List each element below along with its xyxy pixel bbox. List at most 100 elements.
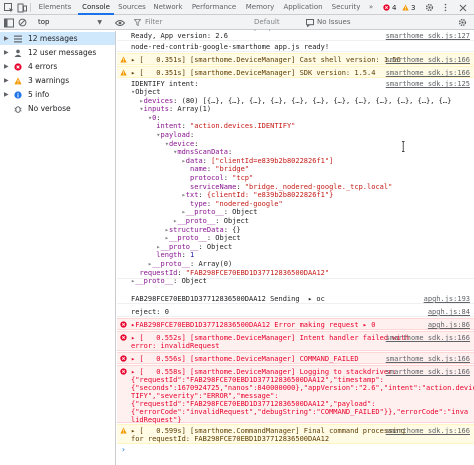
tab-sources[interactable]: Sources <box>116 0 148 15</box>
inspect-element-icon[interactable] <box>3 2 14 13</box>
tab-console[interactable]: Console <box>78 0 114 15</box>
tree-node[interactable]: ▾0: <box>131 114 161 122</box>
sidebar-toggle-icon[interactable] <box>3 17 14 28</box>
tree-node: intent: "action.devices.IDENTIFY" <box>156 122 296 131</box>
log-levels-dropdown[interactable]: Default levels ▾ <box>254 17 302 37</box>
tree-node[interactable]: ▸txt: {clientId: "e839b2b8022826f1"} <box>131 191 334 199</box>
error-message[interactable]: ▸ [ 0.556s] [smarthome.DeviceManager] CO… <box>117 352 474 364</box>
source-link[interactable]: smarthome_sdk.js:125 <box>386 80 470 88</box>
error-icon <box>120 355 127 362</box>
tab-network[interactable]: Network <box>151 0 185 15</box>
console-sidebar: ▶ 12 messages ▶ 12 user messages ▶ 4 err… <box>0 31 116 465</box>
error-count-badge[interactable]: 4 <box>383 3 396 12</box>
tab-application[interactable]: Application <box>280 0 326 15</box>
tree-node[interactable]: ▾mdnsScanData: <box>131 148 232 156</box>
message-text: ▸ [ 0.558s] [smarthome.DeviceManager] Lo… <box>131 368 474 424</box>
more-options-icon[interactable] <box>440 2 451 13</box>
device-toolbar-icon[interactable] <box>16 2 27 13</box>
eye-icon[interactable] <box>114 17 125 28</box>
tree-node[interactable]: ▾Object <box>131 88 161 96</box>
tree-node[interactable]: ▾inputs: Array(1) <box>131 105 211 113</box>
source-link[interactable]: smarthome_sdk.js:166 <box>386 368 470 376</box>
error-message[interactable]: ▸FAB298FCE70EBD1D37712836500DAA12 Error … <box>117 318 474 330</box>
more-tabs-button[interactable]: » <box>366 0 376 15</box>
source-link[interactable]: smarthome_sdk.js:166 <box>386 355 470 363</box>
filter-input[interactable]: Filter <box>131 17 241 28</box>
message-text: ▸ [ 0.556s] [smarthome.DeviceManager] CO… <box>131 355 359 363</box>
error-icon <box>14 63 22 71</box>
gear-icon[interactable] <box>424 2 435 13</box>
chevron-right-icon: ▶ <box>4 63 9 70</box>
list-icon <box>14 35 22 43</box>
warning-message[interactable]: ▸ [ 0.351s] [smarthome.DeviceManager] Ca… <box>117 53 474 65</box>
source-link[interactable]: smarthome_sdk.js:166 <box>386 427 470 435</box>
sidebar-item-messages[interactable]: ▶ 12 messages <box>0 32 115 45</box>
error-icon <box>120 334 127 341</box>
tree-node[interactable]: ▸__proto__: Object <box>131 208 258 216</box>
sidebar-item-verbose[interactable]: No verbose <box>0 102 115 115</box>
filter-placeholder: Filter <box>145 18 163 26</box>
source-link[interactable]: apgh.js:84 <box>428 308 470 316</box>
message-text: ▸ [ 0.351s] [smarthome.DeviceManager] SD… <box>131 69 376 77</box>
warning-icon <box>402 4 409 11</box>
close-icon[interactable] <box>457 2 468 13</box>
divider <box>30 3 31 12</box>
tree-node[interactable]: ▸__proto__: Object <box>131 217 249 225</box>
context-select[interactable]: top ▼ <box>34 17 106 28</box>
sidebar-item-user-messages[interactable]: ▶ 12 user messages <box>0 46 115 59</box>
console-toolbar: top ▼ Filter Default levels ▾ No Issues <box>0 15 474 37</box>
tree-node[interactable]: ▸__proto__: Object <box>131 277 207 285</box>
tab-security[interactable]: Security <box>329 0 363 15</box>
error-icon <box>120 321 127 328</box>
source-link[interactable]: smarthome_sdk.js:166 <box>386 56 470 64</box>
sidebar-item-label: 4 errors <box>28 62 58 71</box>
message-text: reject: 0 <box>131 308 169 316</box>
console-messages[interactable]: Ready, App version: 2.6 smarthome_sdk.js… <box>117 31 474 465</box>
error-message[interactable]: ▸ [ 0.558s] [smarthome.DeviceManager] Lo… <box>117 365 474 424</box>
sidebar-item-info[interactable]: ▶ 5 info <box>0 88 115 101</box>
source-link[interactable]: apgh.js:86 <box>428 321 470 329</box>
warning-count-badge[interactable]: 3 <box>402 3 415 12</box>
console-prompt[interactable]: › <box>121 445 126 454</box>
clear-console-icon[interactable] <box>17 17 28 28</box>
chevron-right-icon: ▶ <box>4 35 9 42</box>
source-link[interactable]: smarthome_sdk.js:127 <box>386 32 470 40</box>
context-value: top <box>38 18 50 26</box>
console-message: node-red-contrib-google-smarthome app.js… <box>117 42 474 52</box>
sidebar-item-errors[interactable]: ▶ 4 errors <box>0 60 115 73</box>
error-icon <box>120 368 127 375</box>
error-message[interactable]: ▸ [ 0.552s] [smarthome.DeviceManager] In… <box>117 331 474 351</box>
issues-button[interactable]: No Issues <box>306 17 351 28</box>
warning-message[interactable]: ▸ [ 0.599s] [smarthome.CommandManager] F… <box>117 424 474 444</box>
tab-performance[interactable]: Performance <box>188 0 240 15</box>
tree-node[interactable]: ▾device: <box>131 140 199 148</box>
tree-node[interactable]: ▸devices: (80) [{…}, {…}, {…}, {…}, {…},… <box>131 97 451 105</box>
tab-memory[interactable]: Memory <box>243 0 277 15</box>
warning-icon <box>120 427 127 434</box>
source-link[interactable]: apgh.js:193 <box>424 295 470 303</box>
tree-node: protocol: "tcp" <box>190 174 254 182</box>
source-link[interactable]: smarthome_sdk.js:166 <box>386 334 470 342</box>
tree-node[interactable]: ▸structureData: {} <box>131 226 241 234</box>
tree-node[interactable]: ▸__proto__: Object <box>131 243 232 251</box>
tree-node: name: "bridge" <box>190 165 250 174</box>
tree-node[interactable]: ▾payload: <box>131 131 194 139</box>
tree-node[interactable]: ▸data: ["clientId=e839b2b8022826f1"] <box>131 157 334 165</box>
error-count: 4 <box>392 3 397 12</box>
sidebar-item-label: 12 messages <box>28 34 78 43</box>
warning-message[interactable]: ▸ [ 0.351s] [smarthome.DeviceManager] SD… <box>117 66 474 78</box>
issues-label: No Issues <box>317 18 351 26</box>
sidebar-item-warnings[interactable]: ▶ 3 warnings <box>0 74 115 87</box>
tree-node[interactable]: ▸__proto__: Object <box>131 234 241 242</box>
tab-elements[interactable]: Elements <box>35 0 75 15</box>
tree-node[interactable]: ▸__proto__: Array(0) <box>131 260 232 268</box>
source-link[interactable]: smarthome_sdk.js:166 <box>386 69 470 77</box>
sidebar-item-label: 5 info <box>28 90 50 99</box>
bug-icon <box>14 106 22 113</box>
console-message: FAB298FCE70EBD1D37712836500DAA12 Sending… <box>117 294 474 304</box>
console-settings-gear-icon[interactable] <box>457 17 468 28</box>
user-icon <box>14 49 22 57</box>
message-icon <box>306 18 314 27</box>
tree-node: type: "nodered-google" <box>190 199 283 208</box>
warning-icon <box>120 56 127 63</box>
